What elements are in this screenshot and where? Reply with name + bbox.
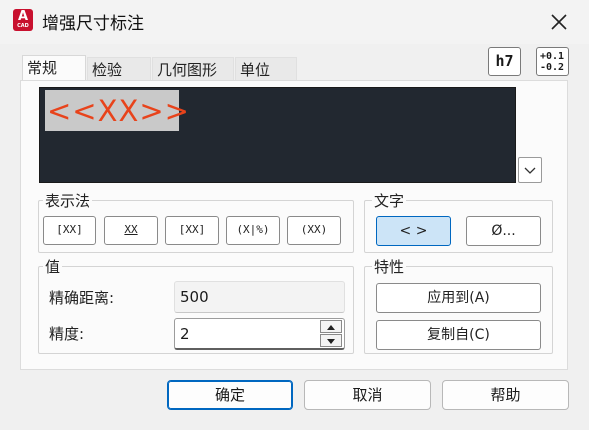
close-button[interactable]: [549, 12, 569, 32]
window-title: 增强尺寸标注: [42, 14, 144, 34]
brackets-button[interactable]: < >: [376, 216, 451, 246]
representation-button-1[interactable]: [XX]: [43, 216, 96, 245]
tab-units[interactable]: 单位: [235, 57, 297, 81]
app-logo-caption: CAD: [17, 23, 29, 29]
representation-label: 表示法: [43, 190, 93, 211]
apply-to-button[interactable]: 应用到(A): [376, 283, 541, 313]
chevron-down-icon: [524, 167, 536, 174]
tolerance-upper: +0.1: [540, 51, 565, 62]
diameter-button[interactable]: Ø...: [466, 216, 541, 246]
help-button[interactable]: 帮助: [442, 380, 569, 410]
representation-button-2[interactable]: XX: [104, 216, 158, 245]
text-group-label: 文字: [372, 190, 407, 211]
exact-distance-field: 500: [174, 281, 345, 313]
value-label: 值: [43, 256, 63, 277]
close-icon: [551, 14, 567, 30]
app-logo-icon: A CAD: [13, 9, 33, 31]
editor-dropdown-button[interactable]: [518, 157, 542, 183]
representation-button-4[interactable]: (X|%): [226, 216, 280, 245]
fit-tolerance-button[interactable]: h7: [488, 47, 521, 76]
spinner-up-button[interactable]: [320, 320, 342, 333]
precision-label: 精度:: [49, 325, 85, 343]
triangle-down-icon: [327, 339, 335, 344]
tab-geometry[interactable]: 几何图形: [152, 57, 234, 81]
app-logo-letter: A: [17, 9, 29, 24]
copy-from-button[interactable]: 复制自(C): [376, 320, 541, 350]
cancel-button[interactable]: 取消: [304, 380, 431, 410]
tolerance-lower: -0.2: [540, 62, 565, 73]
ok-button[interactable]: 确定: [167, 380, 293, 410]
triangle-up-icon: [327, 325, 335, 330]
properties-label: 特性: [372, 256, 407, 277]
precision-spinner[interactable]: [320, 320, 342, 348]
editor-content: <<XX>>: [47, 94, 190, 128]
tolerance-button[interactable]: +0.1 -0.2: [536, 47, 569, 76]
exact-distance-label: 精确距离:: [49, 289, 115, 307]
tab-inspection[interactable]: 检验: [87, 57, 151, 81]
representation-button-3[interactable]: [XX]: [165, 216, 219, 245]
representation-button-5[interactable]: (XX): [287, 216, 341, 245]
spinner-down-button[interactable]: [320, 334, 342, 347]
tab-general[interactable]: 常规: [22, 55, 86, 81]
